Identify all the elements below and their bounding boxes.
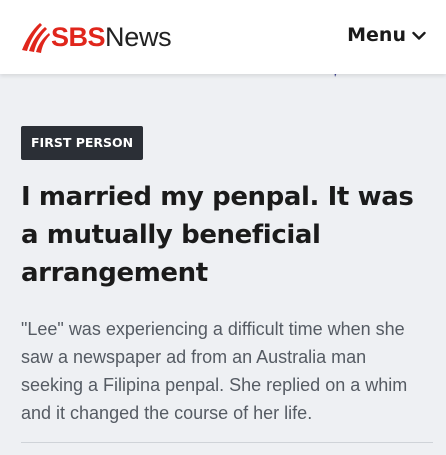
sbs-news-logo[interactable]: SBS News [20,18,172,56]
article-title: I married my penpal. It was a mutually b… [21,182,414,288]
divider [21,442,433,443]
category-badge[interactable]: FIRST PERSON [21,126,144,160]
logo-section-text: News [105,21,172,52]
menu-button[interactable]: Menu [347,24,426,46]
article-summary: "Lee" was experiencing a difficult time … [21,319,408,423]
logo-brand-text: SBS [51,21,106,52]
menu-label: Menu [347,24,406,46]
chevron-down-icon [412,31,426,40]
site-header: SBS News Menu [0,0,446,74]
sbs-flame-icon [22,23,50,53]
